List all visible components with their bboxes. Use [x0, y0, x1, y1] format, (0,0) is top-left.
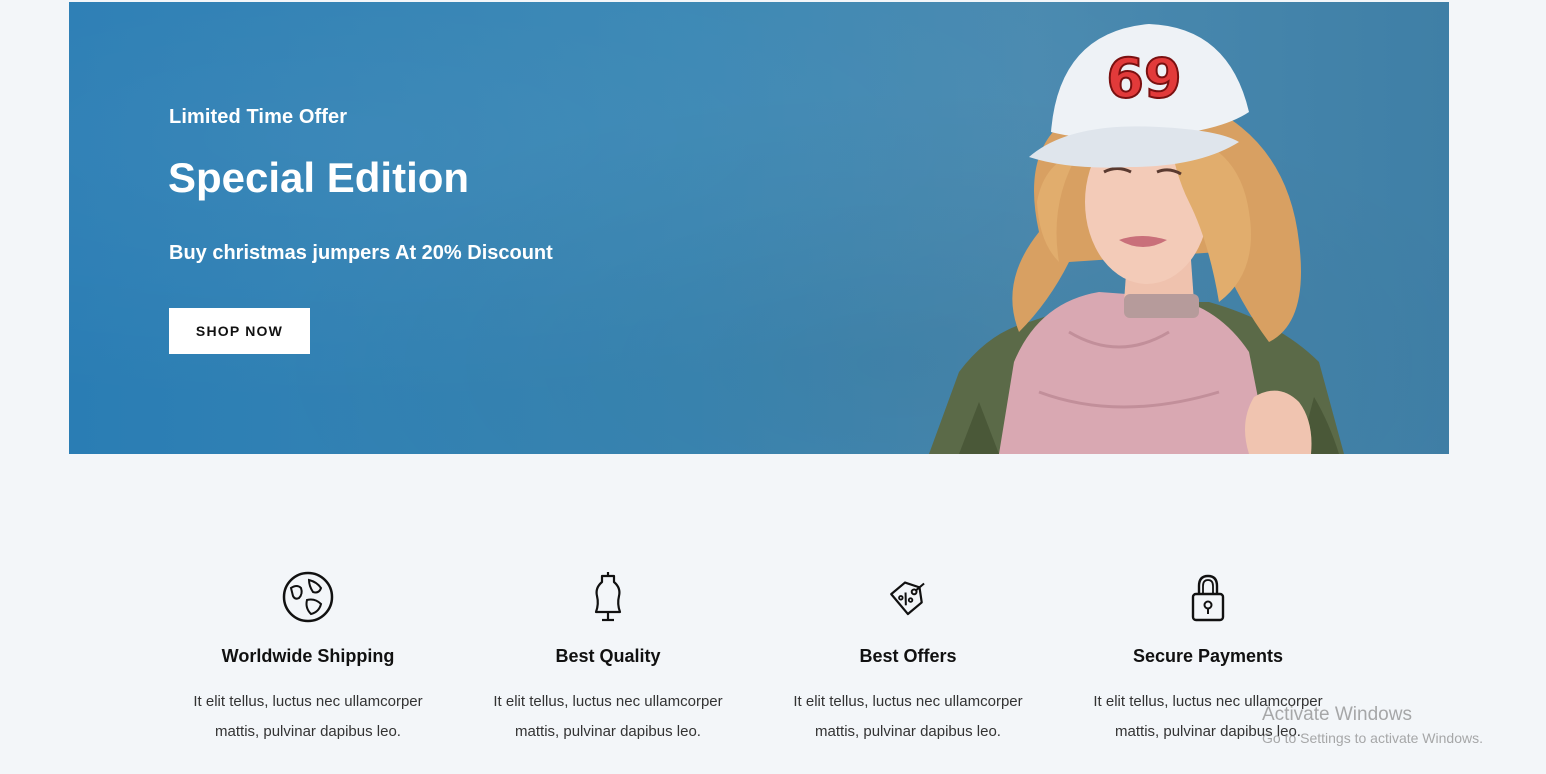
- watermark-title: Activate Windows: [1262, 704, 1412, 725]
- banner-subhead: Buy christmas jumpers At 20% Discount: [169, 242, 553, 264]
- features-row: Worldwide Shipping It elit tellus, luctu…: [158, 570, 1358, 770]
- banner-headline: Special Edition: [168, 154, 470, 201]
- watermark-subtitle: Go to Settings to activate Windows.: [1262, 730, 1483, 746]
- padlock-icon: [1181, 570, 1235, 624]
- feature-best-offers: Best Offers It elit tellus, luctus nec u…: [758, 570, 1058, 747]
- feature-title: Worldwide Shipping: [221, 646, 395, 666]
- shop-now-button[interactable]: SHOP NOW: [169, 308, 310, 354]
- feature-desc-line: mattis, pulvinar dapibus leo.: [515, 723, 701, 740]
- feature-desc-line: It elit tellus, luctus nec ullamcorper: [793, 693, 1023, 710]
- banner-kicker: Limited Time Offer: [169, 106, 348, 128]
- mannequin-icon: [581, 570, 635, 624]
- feature-title: Secure Payments: [1132, 646, 1284, 666]
- feature-description: It elit tellus, luctus nec ullamcorper m…: [458, 687, 758, 747]
- feature-description: It elit tellus, luctus nec ullamcorper m…: [158, 687, 458, 747]
- feature-description: It elit tellus, luctus nec ullamcorper m…: [758, 687, 1058, 747]
- feature-desc-line: It elit tellus, luctus nec ullamcorper: [493, 693, 723, 710]
- price-tag-icon: [881, 570, 935, 624]
- feature-desc-line: mattis, pulvinar dapibus leo.: [815, 723, 1001, 740]
- feature-worldwide-shipping: Worldwide Shipping It elit tellus, luctu…: [158, 570, 458, 747]
- activate-windows-watermark: Activate Windows Go to Settings to activ…: [1262, 704, 1483, 746]
- hero-banner: Limited Time Offer Special Edition Buy c…: [69, 2, 1449, 454]
- cap-number: 69: [1106, 47, 1181, 110]
- model-photo: 69: [929, 24, 1344, 454]
- feature-desc-line: It elit tellus, luctus nec ullamcorper: [193, 693, 423, 710]
- globe-icon: [281, 570, 335, 624]
- feature-title: Best Quality: [555, 646, 661, 666]
- feature-desc-line: mattis, pulvinar dapibus leo.: [215, 723, 401, 740]
- feature-title: Best Offers: [859, 646, 957, 666]
- feature-best-quality: Best Quality It elit tellus, luctus nec …: [458, 570, 758, 747]
